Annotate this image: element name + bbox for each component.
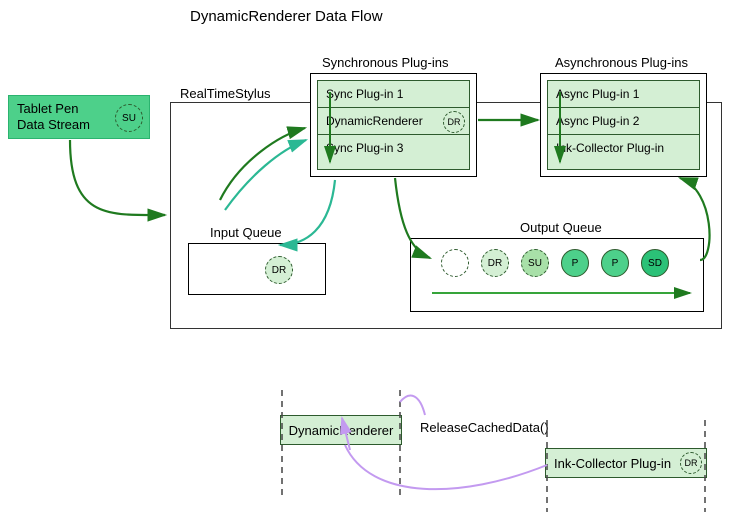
- arrows-layer: [0, 0, 740, 519]
- arrow-output-to-async: [680, 178, 710, 260]
- arrow-ink-to-dyn-path: [345, 445, 547, 489]
- arrow-source-to-rts: [70, 140, 165, 215]
- arrow-sync-to-input: [280, 180, 335, 245]
- arrow-sync-to-output: [395, 178, 430, 258]
- arrow-ink-to-dyn-curl: [400, 396, 425, 415]
- arrow-rts-to-sync: [220, 128, 305, 200]
